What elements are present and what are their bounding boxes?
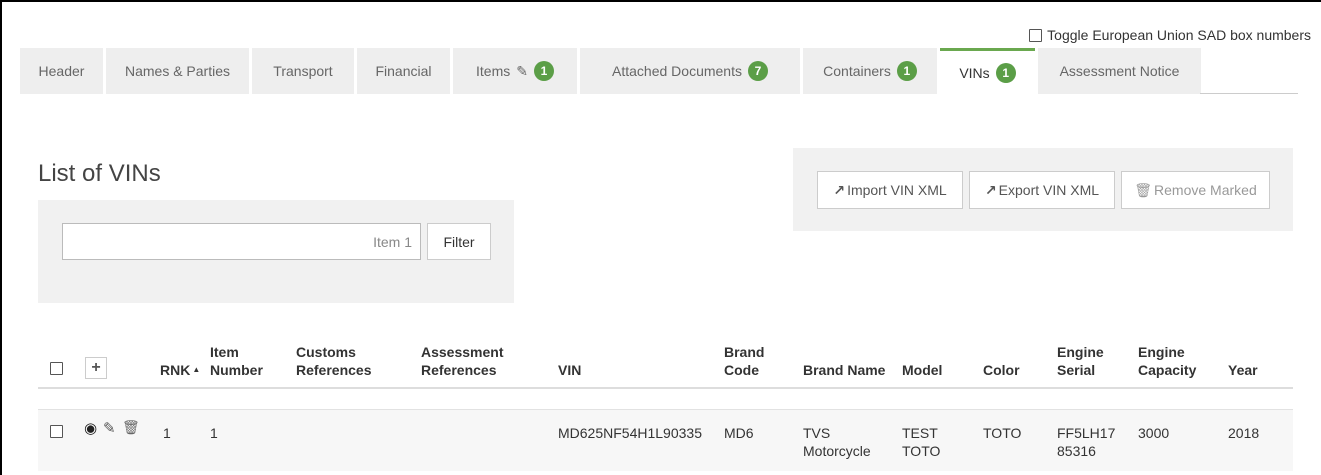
cell-engine-capacity: 3000 xyxy=(1138,425,1170,441)
tab-label: Attached Documents xyxy=(612,63,742,79)
plus-icon: + xyxy=(91,359,101,376)
remove-label: Remove Marked xyxy=(1154,182,1257,198)
column-header-year[interactable]: Year xyxy=(1228,361,1258,379)
tab-label: VINs xyxy=(959,64,990,81)
tab-label: Items xyxy=(476,63,511,79)
delete-trash-icon[interactable]: 🗑︎ xyxy=(122,419,140,436)
column-header-model[interactable]: Model xyxy=(902,361,942,379)
tab-attached-documents[interactable]: Attached Documents 7 xyxy=(580,48,800,94)
column-header-brand-name[interactable]: Brand Name xyxy=(803,361,885,379)
row-select-checkbox[interactable] xyxy=(50,425,63,438)
view-eye-icon[interactable]: ◉ xyxy=(84,419,97,437)
tab-label: Names & Parties xyxy=(124,63,231,79)
import-icon: ↗ xyxy=(833,181,846,198)
sad-box-checkbox[interactable] xyxy=(1029,28,1043,42)
filter-input[interactable]: Item 1 xyxy=(62,223,421,260)
cell-brand-code: MD6 xyxy=(724,425,754,441)
tab-label: Containers xyxy=(823,63,891,79)
tabs-underline xyxy=(1200,93,1298,94)
cell-item-number: 1 xyxy=(210,425,218,441)
tab-badge: 1 xyxy=(533,61,554,81)
column-header-brand-code[interactable]: Brand Code xyxy=(724,343,764,379)
tab-label: Financial xyxy=(375,63,432,79)
tab-label: Assessment Notice xyxy=(1059,63,1180,79)
tab-label: Transport xyxy=(273,63,333,79)
tab-bar: Header Names & Parties Transport Financi… xyxy=(20,48,1204,94)
edit-pencil-icon[interactable]: ✎ xyxy=(103,419,116,437)
cell-color: TOTO xyxy=(983,425,1022,441)
column-header-item-number[interactable]: Item Number xyxy=(210,343,263,379)
tab-header[interactable]: Header xyxy=(20,48,103,94)
sort-asc-icon: ▲ xyxy=(192,365,201,374)
tab-names-parties[interactable]: Names & Parties xyxy=(106,48,249,94)
filter-button[interactable]: Filter xyxy=(427,223,491,260)
sad-box-toggle[interactable]: Toggle European Union SAD box numbers xyxy=(1029,27,1311,43)
tab-transport[interactable]: Transport xyxy=(252,48,354,94)
add-row-button[interactable]: + xyxy=(85,357,107,379)
sad-box-toggle-label: Toggle European Union SAD box numbers xyxy=(1047,27,1311,43)
trash-icon: 🗑︎ xyxy=(1134,181,1153,198)
edit-icon: ✎ xyxy=(516,62,528,79)
select-all-checkbox[interactable] xyxy=(50,362,63,375)
cell-model: TEST TOTO xyxy=(902,425,941,459)
tab-vins[interactable]: VINs 1 xyxy=(940,48,1035,94)
tab-badge: 7 xyxy=(747,61,768,81)
column-header-customs-references[interactable]: Customs References xyxy=(296,343,372,379)
tab-containers[interactable]: Containers 1 xyxy=(803,48,937,94)
column-header-assessment-references[interactable]: Assessment References xyxy=(421,343,504,379)
column-header-color[interactable]: Color xyxy=(983,361,1020,379)
tab-assessment-notice[interactable]: Assessment Notice xyxy=(1038,48,1201,94)
window-border-left xyxy=(0,0,2,475)
cell-vin: MD625NF54H1L90335 xyxy=(558,425,702,441)
cell-engine-serial: FF5LH17 85316 xyxy=(1057,425,1116,459)
import-label: Import VIN XML xyxy=(847,182,947,198)
tab-badge: 1 xyxy=(995,62,1016,83)
cell-year: 2018 xyxy=(1228,425,1260,441)
tab-label: Header xyxy=(38,63,85,79)
window-border-top xyxy=(0,0,1321,2)
export-vin-xml-button[interactable]: ↗ Export VIN XML xyxy=(969,171,1115,209)
remove-marked-button[interactable]: 🗑︎ Remove Marked xyxy=(1121,171,1270,209)
page-title: List of VINs xyxy=(38,160,161,187)
column-header-rnk[interactable]: RNK ▲ xyxy=(160,361,200,379)
column-header-engine-capacity[interactable]: Engine Capacity xyxy=(1138,343,1196,379)
table-header-divider xyxy=(38,387,1293,389)
column-header-engine-serial[interactable]: Engine Serial xyxy=(1057,343,1104,379)
column-header-vin[interactable]: VIN xyxy=(558,361,581,379)
import-vin-xml-button[interactable]: ↗ Import VIN XML xyxy=(817,171,963,209)
export-label: Export VIN XML xyxy=(998,182,1100,198)
cell-rnk: 1 xyxy=(163,425,171,441)
tab-items[interactable]: Items ✎ 1 xyxy=(453,48,577,94)
tab-financial[interactable]: Financial xyxy=(357,48,450,94)
export-icon: ↗ xyxy=(984,181,997,198)
cell-brand-name: TVS Motorcycle xyxy=(803,425,871,459)
tab-badge: 1 xyxy=(896,61,917,81)
